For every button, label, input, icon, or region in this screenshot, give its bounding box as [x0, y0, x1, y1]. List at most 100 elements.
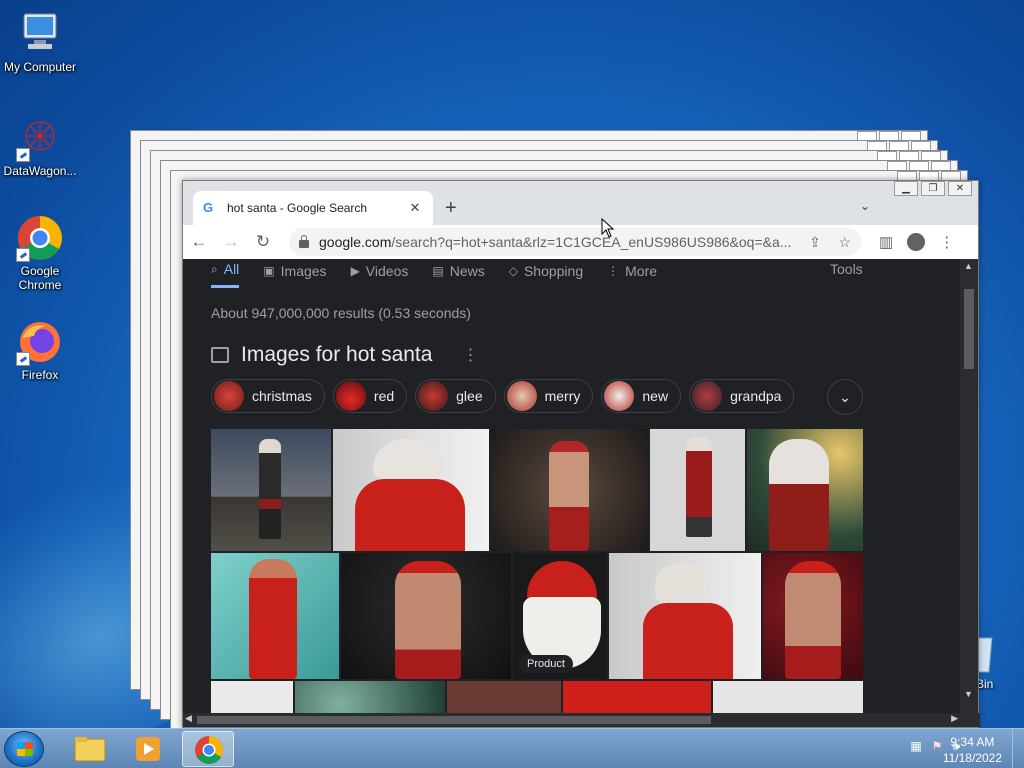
result-stats: About 947,000,000 results (0.53 seconds) [211, 305, 471, 321]
tab-news[interactable]: ▤ News [432, 261, 484, 288]
new-tab-button[interactable]: + [445, 197, 457, 220]
image-result[interactable] [333, 429, 489, 551]
image-result[interactable] [563, 681, 711, 715]
image-result[interactable] [211, 681, 293, 715]
desktop-icon-label: My Computer [3, 60, 77, 74]
image-result[interactable] [341, 553, 511, 679]
bookmark-star-icon[interactable]: ☆ [830, 234, 851, 251]
tab-close-icon[interactable]: ✕ [407, 200, 423, 216]
chrome-window[interactable]: ▁ ❐ ✕ G hot santa - Google Search ✕ + ⌄ … [182, 180, 980, 728]
chip-label: new [642, 388, 669, 404]
chip-label: christmas [252, 388, 312, 404]
chip-thumbnail [692, 381, 723, 411]
side-panel-icon[interactable]: ▥ [879, 233, 893, 251]
address-bar[interactable]: google.com /search?q=hot+santa&rlz=1C1GC… [289, 228, 861, 256]
mouse-cursor-icon [601, 218, 615, 238]
tab-search-chevron-icon[interactable]: ⌄ [860, 199, 870, 213]
image-result[interactable] [763, 553, 863, 679]
taskbar-explorer[interactable] [64, 731, 116, 767]
chip-new[interactable]: new [601, 379, 682, 413]
desktop-icon-google-chrome[interactable]: Google Chrome [0, 214, 80, 292]
taskbar-media-player[interactable] [122, 731, 174, 767]
hscrollbar-thumb[interactable] [197, 716, 711, 724]
forward-button[interactable]: → [215, 232, 247, 252]
scroll-up-arrow-icon[interactable]: ▲ [964, 261, 973, 271]
chip-thumbnail [506, 381, 537, 411]
santa-hat [527, 561, 597, 601]
image-result[interactable] [447, 681, 561, 715]
vertical-scrollbar[interactable]: ▲ ▼ [960, 259, 978, 715]
figure-jacket [643, 603, 733, 679]
desktop-icon-my-computer[interactable]: My Computer [0, 10, 80, 74]
tab-shopping[interactable]: ◇ Shopping [509, 261, 583, 288]
chips-expand-chevron-icon[interactable]: ⌄ [827, 379, 863, 415]
back-button[interactable]: ← [183, 232, 215, 252]
desktop-icon-datawagon[interactable]: DataWagon... [0, 114, 80, 178]
chip-christmas[interactable]: christmas [211, 379, 325, 413]
desktop-icon-firefox[interactable]: Firefox [0, 318, 80, 382]
image-result[interactable] [650, 429, 745, 551]
figure [769, 439, 829, 551]
image-result[interactable] [747, 429, 863, 551]
show-desktop-button[interactable] [1012, 729, 1024, 768]
horizontal-scrollbar[interactable]: ◀ ▶ [183, 713, 980, 727]
scroll-right-arrow-icon[interactable]: ▶ [951, 713, 958, 724]
image-icon [211, 347, 229, 363]
image-result[interactable] [491, 429, 648, 551]
network-icon[interactable]: ▦ [910, 739, 921, 754]
scroll-down-arrow-icon[interactable]: ▼ [964, 689, 973, 699]
tab-more[interactable]: ⋮ More [607, 261, 657, 288]
chip-label: glee [456, 388, 483, 404]
share-icon[interactable]: ⇪ [801, 234, 821, 251]
profile-avatar-icon[interactable] [907, 233, 926, 251]
tools-button[interactable]: Tools [830, 261, 863, 277]
chip-label: red [373, 388, 395, 404]
figure-head [655, 563, 709, 603]
video-icon: ▶ [350, 263, 360, 278]
tab-hot-santa[interactable]: G hot santa - Google Search ✕ [193, 191, 433, 225]
figure [395, 561, 461, 679]
figure-head [373, 439, 443, 479]
start-button[interactable] [4, 731, 44, 767]
chrome-icon [16, 214, 64, 262]
tag-icon: ◇ [508, 263, 518, 278]
image-result[interactable] [713, 681, 863, 715]
image-result[interactable] [211, 553, 339, 679]
action-center-flag-icon[interactable]: ⚑ [932, 739, 943, 754]
url-host: google.com [319, 234, 392, 250]
figure [785, 561, 841, 679]
tab-label: Images [280, 262, 327, 279]
figure [686, 437, 712, 537]
tab-label: News [449, 262, 485, 279]
google-favicon-icon: G [203, 200, 214, 215]
chip-grandpa[interactable]: grandpa [689, 379, 795, 413]
taskbar-chrome[interactable] [182, 731, 234, 767]
search-icon: ⌕ [211, 261, 218, 276]
chip-red[interactable]: red [332, 379, 408, 413]
chrome-icon [195, 736, 223, 764]
search-results-page: ⌕ All ▣ Images ▶ Videos ▤ News ◇ Shopping ⋮ Mo… [183, 259, 962, 715]
clock[interactable]: 9:34 AM 11/18/2022 [943, 734, 1002, 766]
more-options-icon[interactable]: ⋮ [462, 345, 478, 365]
image-result[interactable] [295, 681, 445, 715]
image-result[interactable] [211, 429, 331, 551]
url-path: /search?q=hot+santa&rlz=1C1GCEA_enUS986U… [391, 234, 792, 250]
scroll-left-arrow-icon[interactable]: ◀ [185, 713, 192, 724]
desktop-icon-label: DataWagon... [3, 164, 77, 178]
more-vert-icon: ⋮ [607, 263, 620, 278]
tab-label: More [625, 262, 658, 279]
chip-label: merry [544, 388, 581, 404]
chip-merry[interactable]: merry [503, 379, 594, 413]
menu-kebab-icon[interactable]: ⋮ [939, 233, 954, 251]
scrollbar-thumb[interactable] [964, 289, 974, 369]
tab-videos[interactable]: ▶ Videos [351, 261, 409, 288]
chip-glee[interactable]: glee [415, 379, 496, 413]
news-icon: ▤ [432, 263, 444, 278]
reload-button[interactable]: ↻ [247, 232, 279, 252]
images-heading[interactable]: Images for hot santa [241, 343, 432, 367]
image-result[interactable]: Product [513, 553, 607, 679]
tab-images[interactable]: ▣ Images [263, 261, 326, 288]
lock-icon [299, 235, 309, 248]
tab-all[interactable]: ⌕ All [211, 261, 240, 288]
image-result[interactable] [609, 553, 761, 679]
